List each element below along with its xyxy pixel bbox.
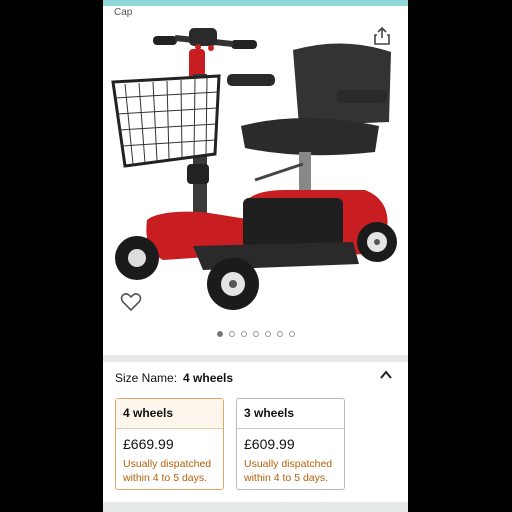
- carousel-dot-3[interactable]: [240, 331, 247, 337]
- size-name-label: Size Name:: [115, 371, 178, 385]
- share-icon[interactable]: [373, 26, 391, 46]
- size-option-4-wheels[interactable]: 4 wheels £669.99 Usually dispatched with…: [115, 398, 224, 490]
- wishlist-heart-icon[interactable]: [120, 292, 142, 312]
- carousel-dot-2[interactable]: [228, 331, 235, 337]
- product-page: Cap Size Name: 4 wheels 4 wheels £669.99…: [103, 0, 408, 512]
- size-option-name: 4 wheels: [116, 399, 223, 429]
- section-divider-bottom: [103, 502, 408, 512]
- size-option-name: 3 wheels: [237, 399, 344, 429]
- size-option-availability: Usually dispatched within 4 to 5 days.: [123, 458, 212, 484]
- carousel-dot-6[interactable]: [276, 331, 283, 337]
- carousel-dot-5[interactable]: [264, 331, 271, 337]
- carousel-dot-1[interactable]: [216, 331, 223, 337]
- product-image[interactable]: [103, 14, 408, 324]
- size-option-3-wheels[interactable]: 3 wheels £609.99 Usually dispatched with…: [236, 398, 345, 490]
- size-name-row[interactable]: Size Name: 4 wheels: [115, 371, 233, 385]
- size-option-price: £609.99: [244, 436, 295, 452]
- section-divider: [103, 355, 408, 362]
- size-name-value: 4 wheels: [183, 371, 234, 385]
- top-accent-bar: [103, 0, 408, 6]
- chevron-up-icon[interactable]: [379, 369, 393, 381]
- size-option-availability: Usually dispatched within 4 to 5 days.: [244, 458, 333, 484]
- carousel-dot-7[interactable]: [288, 331, 295, 337]
- image-carousel-indicator[interactable]: [103, 331, 408, 341]
- size-option-price: £669.99: [123, 436, 174, 452]
- carousel-dot-4[interactable]: [252, 331, 259, 337]
